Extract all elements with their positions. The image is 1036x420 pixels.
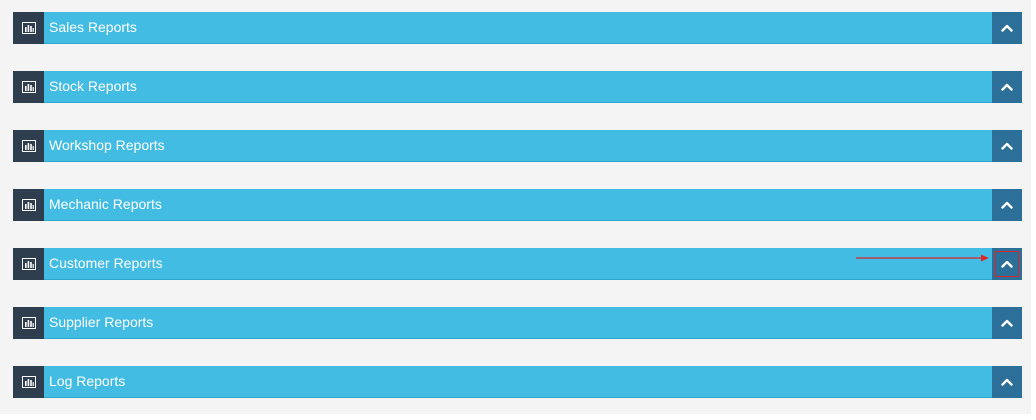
collapse-button-workshop-reports[interactable] bbox=[992, 130, 1022, 162]
panel-workshop-reports[interactable]: Workshop Reports bbox=[13, 130, 1022, 162]
chevron-up-icon bbox=[1001, 201, 1013, 209]
report-panels-area: Sales Reports Stock Reports Workshop Rep… bbox=[0, 0, 1031, 414]
panel-title-workshop-reports: Workshop Reports bbox=[49, 137, 165, 153]
collapse-button-stock-reports[interactable] bbox=[992, 71, 1022, 103]
panel-sales-reports[interactable]: Sales Reports bbox=[13, 12, 1022, 44]
collapse-button-log-reports[interactable] bbox=[992, 366, 1022, 398]
chevron-up-icon bbox=[1001, 24, 1013, 32]
panel-supplier-reports[interactable]: Supplier Reports bbox=[13, 307, 1022, 339]
collapse-button-customer-reports[interactable] bbox=[992, 248, 1022, 280]
chevron-up-icon bbox=[1001, 83, 1013, 91]
panel-title-stock-reports: Stock Reports bbox=[49, 78, 137, 94]
panel-title-mechanic-reports: Mechanic Reports bbox=[49, 196, 162, 212]
panel-title-supplier-reports: Supplier Reports bbox=[49, 314, 154, 330]
panel-title-log-reports: Log Reports bbox=[49, 373, 126, 389]
annotation-arrow-icon bbox=[856, 254, 989, 262]
collapse-button-mechanic-reports[interactable] bbox=[992, 189, 1022, 221]
chevron-up-icon bbox=[1001, 319, 1013, 327]
bar-chart-icon bbox=[13, 366, 44, 398]
collapse-button-supplier-reports[interactable] bbox=[992, 307, 1022, 339]
bar-chart-icon bbox=[13, 189, 44, 221]
chevron-up-icon bbox=[1001, 378, 1013, 386]
panel-mechanic-reports[interactable]: Mechanic Reports bbox=[13, 189, 1022, 221]
bar-chart-icon bbox=[13, 12, 44, 44]
chevron-up-icon bbox=[1001, 260, 1013, 268]
chevron-up-icon bbox=[1001, 142, 1013, 150]
panel-stock-reports[interactable]: Stock Reports bbox=[13, 71, 1022, 103]
collapse-button-sales-reports[interactable] bbox=[992, 12, 1022, 44]
panel-title-sales-reports: Sales Reports bbox=[49, 19, 137, 35]
bar-chart-icon bbox=[13, 248, 44, 280]
bar-chart-icon bbox=[13, 130, 44, 162]
panel-log-reports[interactable]: Log Reports bbox=[13, 366, 1022, 398]
panel-title-customer-reports: Customer Reports bbox=[49, 255, 163, 271]
bar-chart-icon bbox=[13, 71, 44, 103]
bar-chart-icon bbox=[13, 307, 44, 339]
